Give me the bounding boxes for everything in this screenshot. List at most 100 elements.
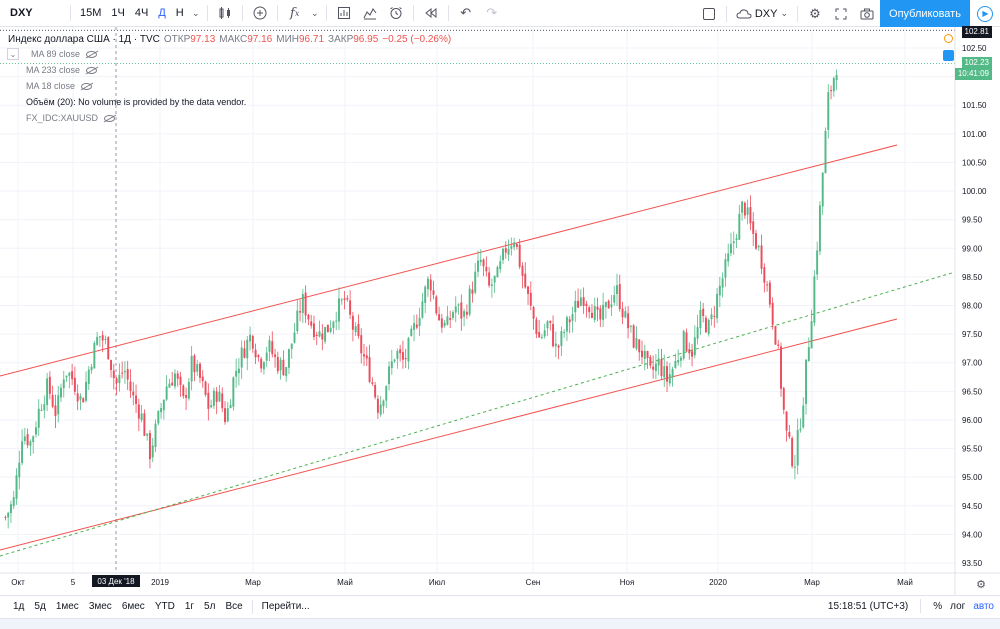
candle-body — [763, 267, 766, 283]
legend-indicator-volume[interactable]: Объём (20): No volume is provided by the… — [8, 94, 451, 110]
candle-body — [385, 386, 388, 401]
candle-body — [68, 372, 71, 376]
symbol-dropdown-icon: ⌄ — [780, 8, 788, 18]
candle-body — [635, 338, 638, 349]
candle-body — [338, 298, 340, 322]
toolbar-divider — [325, 5, 327, 21]
range-3m[interactable]: 3мес — [84, 601, 117, 612]
indicators-fx-icon[interactable]: fx — [282, 0, 308, 27]
interval-1d[interactable]: Д — [153, 0, 170, 27]
candle-body — [451, 312, 454, 318]
interval-dropdown-icon[interactable]: ⌄ — [189, 0, 203, 27]
collapse-legend-icon[interactable]: ⌄ — [7, 48, 19, 60]
candle-body — [129, 381, 132, 392]
alert-marker-icon[interactable] — [943, 50, 954, 61]
candle-body — [729, 243, 732, 254]
camera-snapshot-icon[interactable] — [854, 0, 880, 27]
interval-1h[interactable]: 1Ч — [106, 0, 129, 27]
time-scale[interactable]: Окт 5 2019 Мар Май Июл Сен Ноя 2020 Мар Май 03 Дек … — [0, 572, 1000, 591]
range-1m[interactable]: 1мес — [51, 601, 84, 612]
range-5d[interactable]: 5д — [29, 601, 50, 612]
candle-body — [324, 327, 327, 342]
range-all[interactable]: Все — [220, 601, 247, 612]
scale-settings-gear-icon: ⚙ — [976, 579, 986, 591]
percent-toggle[interactable]: % — [933, 601, 942, 612]
alert-clock-icon[interactable] — [383, 0, 409, 27]
candle-body — [654, 363, 657, 371]
price-tick-label: 95.00 — [962, 473, 983, 482]
candle-body — [724, 259, 727, 278]
play-button[interactable]: ▶ — [970, 0, 1000, 27]
legend-indicator-ma233[interactable]: MA 233 close — [8, 62, 451, 78]
compare-add-icon[interactable] — [247, 0, 273, 27]
interval-15m[interactable]: 15М — [75, 0, 106, 27]
publish-button[interactable]: Опубликовать — [880, 0, 970, 27]
symbol-search[interactable]: DXY — [0, 0, 66, 27]
earnings-marker-icon[interactable] — [944, 34, 953, 43]
candle-body — [535, 319, 538, 334]
toolbar-divider — [70, 5, 71, 21]
price-tick-label: 94.50 — [962, 502, 983, 511]
hidden-eye-icon[interactable] — [104, 114, 116, 122]
candle-body — [57, 395, 60, 415]
hidden-eye-icon[interactable] — [81, 82, 93, 90]
candle-body — [179, 376, 182, 385]
layout-square-icon[interactable] — [696, 0, 722, 27]
templates-icon[interactable] — [357, 0, 383, 27]
candle-body — [132, 391, 135, 396]
range-ytd[interactable]: YTD — [150, 601, 180, 612]
candle-body — [538, 332, 541, 338]
candle-body — [23, 436, 26, 442]
log-toggle[interactable]: лог — [950, 601, 965, 612]
fullscreen-icon[interactable] — [828, 0, 854, 27]
goto-date-button[interactable]: Перейти... — [257, 601, 315, 612]
financials-icon[interactable] — [331, 0, 357, 27]
interval-1w[interactable]: Н — [171, 0, 189, 27]
candle-body — [249, 334, 252, 342]
candle-body — [527, 286, 530, 294]
candle-body — [571, 314, 574, 321]
candle-body — [374, 384, 377, 398]
candle-body — [90, 366, 93, 371]
range-5y[interactable]: 5л — [199, 601, 220, 612]
candle-body — [704, 317, 707, 333]
hidden-eye-icon[interactable] — [86, 50, 98, 58]
range-1d[interactable]: 1д — [8, 601, 29, 612]
candle-body — [499, 261, 502, 270]
candle-body — [371, 382, 374, 384]
price-scale[interactable]: 102.50102.00101.50101.00100.50100.0099.5… — [954, 27, 987, 595]
auto-toggle[interactable]: авто — [973, 601, 994, 612]
candle-body — [407, 338, 410, 362]
settings-gear-icon[interactable]: ⚙ — [802, 0, 828, 27]
range-6m[interactable]: 6мес — [117, 601, 150, 612]
redo-icon[interactable]: ↷ — [479, 0, 505, 27]
channel-lower-line — [0, 318, 898, 551]
legend-indicator-xauusd[interactable]: FX_IDC:XAUUSD — [8, 110, 451, 126]
candle-body — [246, 339, 249, 359]
candle-body — [568, 319, 571, 323]
candle-body — [126, 368, 129, 380]
candle-body — [732, 241, 735, 244]
time-tick-label: 2020 — [709, 578, 727, 587]
legend-main-series[interactable]: Индекс доллара США · 1Д · TVC ОТКР 97.13 … — [8, 32, 451, 46]
candle-body — [685, 332, 688, 351]
toolbar-divider — [241, 5, 243, 21]
legend-indicator-ma89[interactable]: ⌄ MA 89 close — [7, 46, 451, 62]
range-1y[interactable]: 1г — [180, 601, 199, 612]
high-value: 97.16 — [247, 33, 273, 45]
candle-body — [143, 413, 146, 436]
undo-icon[interactable]: ↶ — [453, 0, 479, 27]
legend-indicator-ma18[interactable]: MA 18 close — [8, 78, 451, 94]
candles-style-icon[interactable] — [212, 0, 238, 27]
candle-body — [190, 355, 193, 382]
candle-body — [488, 272, 491, 286]
replay-rewind-icon[interactable] — [418, 0, 444, 27]
candle-body — [802, 405, 805, 428]
indicators-dropdown-icon[interactable]: ⌄ — [308, 0, 322, 27]
interval-4h[interactable]: 4Ч — [130, 0, 153, 27]
candle-body — [760, 245, 763, 269]
candle-body — [791, 438, 794, 467]
clock-timezone[interactable]: 15:18:51 (UTC+3) — [828, 601, 908, 612]
hidden-eye-icon[interactable] — [86, 66, 98, 74]
cloud-save-symbol[interactable]: DXY ⌄ — [731, 0, 793, 27]
